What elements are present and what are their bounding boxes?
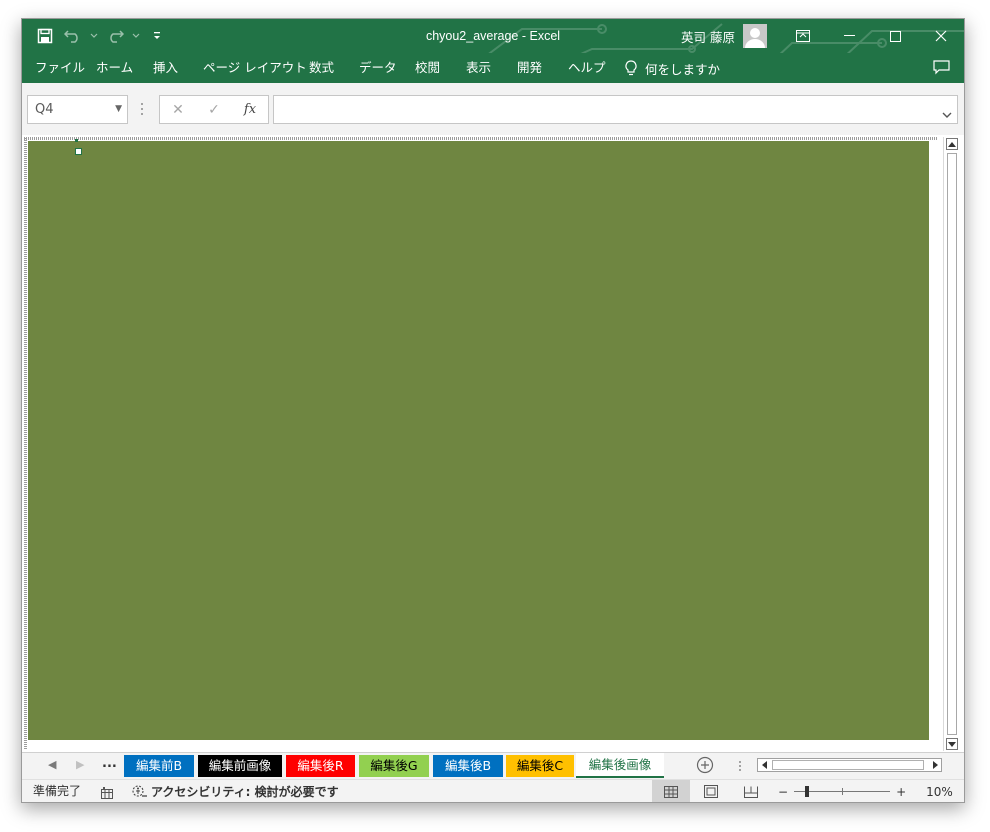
title-bar: chyou2_average - Excel 英司 藤原 — [22, 19, 964, 83]
normal-view-icon[interactable] — [652, 780, 690, 802]
minimize-icon[interactable] — [826, 19, 872, 53]
tab-data[interactable]: データ — [359, 53, 397, 83]
undo-dropdown-icon[interactable] — [90, 25, 98, 47]
tell-me-label: 何をしますか — [645, 61, 721, 77]
tab-developer[interactable]: 開発 — [517, 53, 542, 83]
page-break-preview-icon[interactable] — [732, 780, 770, 802]
ribbon-display-options-icon[interactable] — [780, 19, 826, 53]
tab-page-layout[interactable]: ページ レイアウト — [203, 53, 307, 83]
sheet-tab-after-c[interactable]: 編集後C — [506, 755, 574, 777]
zoom-out-button[interactable]: − — [778, 785, 788, 799]
save-icon[interactable] — [34, 25, 56, 47]
customize-qat-icon[interactable] — [146, 25, 168, 47]
tell-me-search[interactable]: 何をしますか — [625, 53, 720, 83]
accessibility-label: アクセシビリティ: 検討が必要です — [151, 784, 339, 799]
undo-icon[interactable] — [62, 25, 84, 47]
comments-icon[interactable] — [933, 60, 950, 78]
window-controls — [780, 19, 964, 53]
page-layout-view-icon[interactable] — [692, 780, 730, 802]
scroll-left-icon[interactable] — [758, 759, 770, 771]
cancel-icon[interactable]: ✕ — [160, 102, 196, 118]
name-box-value: Q4 — [35, 102, 54, 117]
scroll-right-icon[interactable] — [929, 759, 941, 771]
horizontal-scrollbar[interactable] — [757, 758, 942, 772]
zoom-slider-tick — [842, 788, 844, 795]
next-sheet-icon[interactable]: ▶ — [76, 758, 84, 771]
prev-sheet-icon[interactable]: ◀ — [48, 758, 56, 771]
sheet-tab-after-r[interactable]: 編集後R — [286, 755, 355, 777]
macro-recording-icon[interactable] — [101, 785, 115, 799]
status-bar: 準備完了 アクセシビリティ: 検討が必要です − + 10% — [22, 779, 964, 802]
lightbulb-icon — [625, 60, 637, 76]
redo-icon[interactable] — [104, 25, 126, 47]
maximize-icon[interactable] — [872, 19, 918, 53]
more-sheets-button[interactable]: ... — [102, 756, 117, 771]
tab-review[interactable]: 校閲 — [415, 53, 440, 83]
scroll-up-icon[interactable] — [946, 138, 958, 150]
tab-view[interactable]: 表示 — [466, 53, 491, 83]
page-break-top — [24, 137, 938, 140]
ribbon-tabs: ファイル ホーム 挿入 ページ レイアウト 数式 データ 校閲 表示 開発 ヘル… — [22, 53, 964, 83]
tab-file[interactable]: ファイル — [35, 53, 85, 83]
redo-dropdown-icon[interactable] — [132, 25, 140, 47]
quick-access-toolbar — [34, 19, 168, 53]
tab-help[interactable]: ヘルプ — [568, 53, 606, 83]
grip-dots-icon[interactable] — [140, 101, 144, 117]
user-name: 英司 藤原 — [681, 29, 735, 45]
sheet-tab-before-image[interactable]: 編集前画像 — [198, 755, 282, 777]
user-account[interactable]: 英司 藤原 — [681, 19, 767, 53]
tab-splitter-icon[interactable] — [738, 760, 742, 772]
add-sheet-icon[interactable] — [696, 756, 714, 774]
insert-function-icon[interactable]: fx — [232, 102, 268, 117]
active-cell-handle[interactable] — [75, 148, 82, 155]
page-break-left — [24, 137, 27, 749]
excel-window: chyou2_average - Excel 英司 藤原 ファイル ホーム 挿入… — [21, 18, 965, 803]
expand-formula-chevron-icon[interactable] — [942, 104, 952, 123]
selection-marker — [75, 139, 78, 142]
zoom-slider-knob[interactable] — [805, 786, 810, 797]
zoom-slider[interactable] — [794, 786, 891, 797]
formula-buttons: ✕ ✓ fx — [159, 95, 269, 124]
zoom-level[interactable]: 10% — [926, 785, 953, 799]
accessibility-status[interactable]: アクセシビリティ: 検討が必要です — [132, 780, 339, 802]
vertical-scrollbar[interactable] — [943, 137, 960, 751]
sheet-tab-after-g[interactable]: 編集後G — [359, 755, 429, 777]
name-box[interactable]: Q4 ▼ — [27, 95, 128, 124]
chevron-down-icon[interactable]: ▼ — [115, 96, 122, 123]
sheet-tab-before-b[interactable]: 編集前B — [124, 755, 194, 777]
zoom-control: − + 10% — [778, 780, 953, 802]
avatar[interactable] — [742, 24, 767, 48]
tab-formulas[interactable]: 数式 — [309, 53, 334, 83]
accessibility-icon — [132, 784, 147, 797]
sheet-tab-after-b[interactable]: 編集後B — [433, 755, 503, 777]
worksheet-area[interactable] — [22, 135, 964, 752]
enter-check-icon[interactable]: ✓ — [196, 102, 232, 118]
status-ready: 準備完了 — [33, 784, 82, 798]
scroll-down-icon[interactable] — [946, 738, 958, 750]
sheet-tab-bar: ◀ ▶ ... 編集前B 編集前画像 編集後R 編集後G 編集後B 編集後C 編… — [22, 752, 964, 779]
horizontal-scroll-thumb[interactable] — [772, 760, 924, 770]
formula-bar: Q4 ▼ ✕ ✓ fx — [22, 83, 964, 135]
sheet-tab-after-image[interactable]: 編集後画像 — [576, 753, 664, 778]
close-icon[interactable] — [918, 19, 964, 53]
tab-home[interactable]: ホーム — [96, 53, 133, 83]
formula-input[interactable] — [273, 95, 958, 124]
vertical-scroll-thumb[interactable] — [947, 153, 957, 735]
tab-insert[interactable]: 挿入 — [153, 53, 178, 83]
zoom-in-button[interactable]: + — [896, 785, 906, 799]
image-pixel-area[interactable] — [28, 141, 929, 740]
